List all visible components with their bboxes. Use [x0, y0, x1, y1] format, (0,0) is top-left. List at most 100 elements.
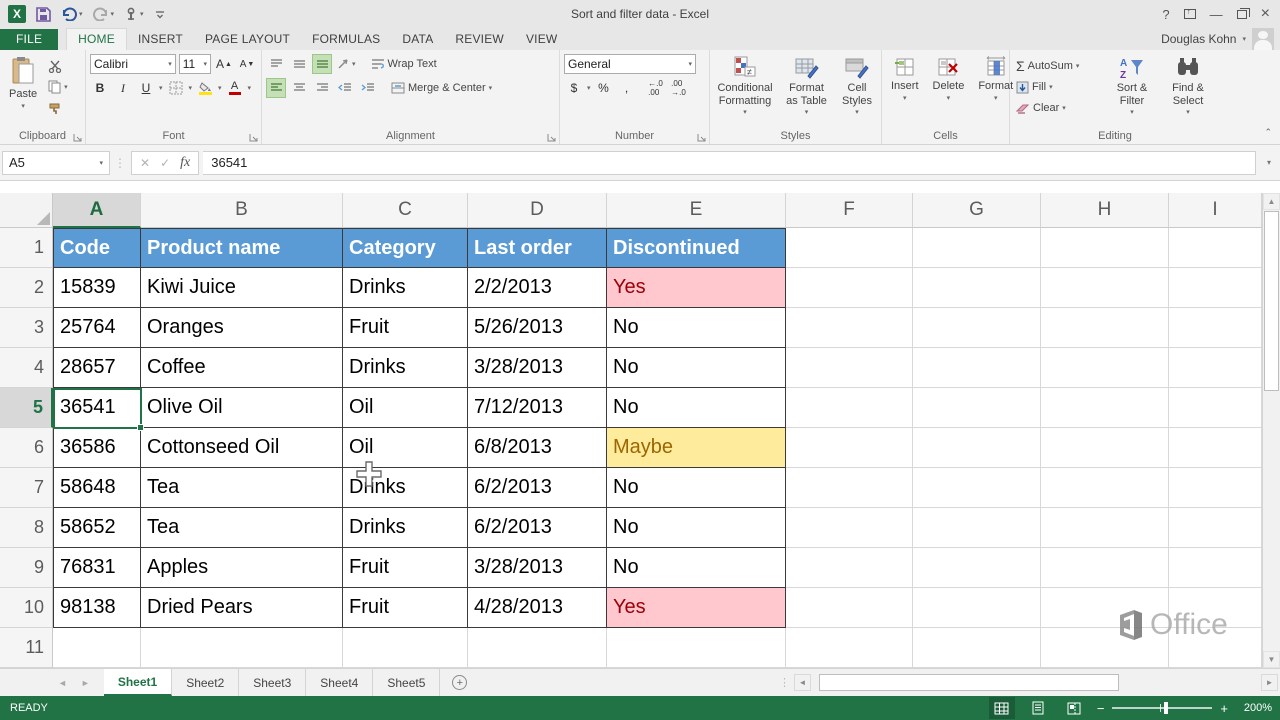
tab-formulas[interactable]: FORMULAS: [301, 29, 391, 50]
tab-split-handle[interactable]: ⋮: [779, 676, 790, 689]
fill-button[interactable]: Fill ▾: [1014, 78, 1102, 96]
cell-G11[interactable]: [913, 628, 1041, 668]
cell-I4[interactable]: [1169, 348, 1262, 388]
tab-insert[interactable]: INSERT: [127, 29, 194, 50]
close-button[interactable]: ×: [1261, 5, 1270, 23]
accounting-dropdown-icon[interactable]: ▾: [587, 84, 591, 92]
cell-C8[interactable]: Drinks: [343, 508, 468, 548]
normal-view-button[interactable]: [989, 697, 1015, 719]
percent-style-button[interactable]: %: [594, 78, 614, 98]
cell-H3[interactable]: [1041, 308, 1169, 348]
cell-G7[interactable]: [913, 468, 1041, 508]
row-header-6[interactable]: 6: [0, 428, 53, 468]
scroll-right-icon[interactable]: ►: [1261, 674, 1278, 691]
accounting-format-button[interactable]: $: [564, 78, 584, 98]
cell-A2[interactable]: 15839: [53, 268, 141, 308]
cell-E11[interactable]: [607, 628, 786, 668]
next-sheet-icon[interactable]: ►: [81, 678, 90, 688]
alignment-dialog-launcher[interactable]: [547, 133, 556, 142]
wrap-text-button[interactable]: Wrap Text: [369, 55, 439, 73]
zoom-slider[interactable]: [1112, 707, 1212, 709]
align-middle-button[interactable]: [289, 54, 309, 74]
zoom-level[interactable]: 200%: [1238, 702, 1272, 714]
cell-E9[interactable]: No: [607, 548, 786, 588]
formula-bar-expand-icon[interactable]: ▾: [1260, 158, 1278, 167]
cell-H2[interactable]: [1041, 268, 1169, 308]
column-header-C[interactable]: C: [343, 193, 468, 228]
restore-icon[interactable]: [1237, 10, 1247, 19]
enter-entry-icon[interactable]: ✓: [160, 156, 170, 170]
cell-E7[interactable]: No: [607, 468, 786, 508]
cell-B4[interactable]: Coffee: [141, 348, 343, 388]
tab-sheet3[interactable]: Sheet3: [239, 669, 306, 696]
cell-A10[interactable]: 98138: [53, 588, 141, 628]
cell-D9[interactable]: 3/28/2013: [468, 548, 607, 588]
borders-dropdown-icon[interactable]: ▾: [189, 84, 193, 92]
new-sheet-button[interactable]: +: [440, 669, 479, 696]
horizontal-scroll-track[interactable]: [815, 674, 1257, 691]
tab-home[interactable]: HOME: [66, 28, 127, 50]
font-name-combo[interactable]: Calibri▾: [90, 54, 176, 74]
cell-B1[interactable]: Product name: [141, 228, 343, 268]
cell-G6[interactable]: [913, 428, 1041, 468]
vertical-scroll-thumb[interactable]: [1264, 211, 1279, 391]
cell-F5[interactable]: [786, 388, 913, 428]
cell-C9[interactable]: Fruit: [343, 548, 468, 588]
cell-A11[interactable]: [53, 628, 141, 668]
name-box-dropdown-icon[interactable]: ▾: [99, 159, 103, 167]
font-color-dropdown-icon[interactable]: ▾: [248, 84, 252, 92]
column-header-G[interactable]: G: [913, 193, 1041, 228]
cell-A7[interactable]: 58648: [53, 468, 141, 508]
avatar[interactable]: [1252, 28, 1274, 50]
cell-A1[interactable]: Code: [53, 228, 141, 268]
cell-B2[interactable]: Kiwi Juice: [141, 268, 343, 308]
comma-style-button[interactable]: ,: [617, 78, 637, 98]
cell-C10[interactable]: Fruit: [343, 588, 468, 628]
clear-button[interactable]: Clear ▾: [1014, 99, 1102, 117]
fill-color-button[interactable]: [195, 78, 215, 98]
cell-B6[interactable]: Cottonseed Oil: [141, 428, 343, 468]
cancel-entry-icon[interactable]: ✕: [140, 156, 150, 170]
cell-E5[interactable]: No: [607, 388, 786, 428]
tab-view[interactable]: VIEW: [515, 29, 568, 50]
column-header-I[interactable]: I: [1169, 193, 1262, 228]
cell-G5[interactable]: [913, 388, 1041, 428]
copy-button[interactable]: ▾: [46, 78, 70, 96]
tab-sheet4[interactable]: Sheet4: [306, 669, 373, 696]
cell-G9[interactable]: [913, 548, 1041, 588]
fill-color-dropdown-icon[interactable]: ▾: [218, 84, 222, 92]
zoom-out-icon[interactable]: −: [1097, 701, 1105, 716]
cell-I8[interactable]: [1169, 508, 1262, 548]
cell-F2[interactable]: [786, 268, 913, 308]
row-header-1[interactable]: 1: [0, 228, 53, 268]
vertical-scrollbar[interactable]: ▲ ▼: [1262, 193, 1280, 668]
cell-H7[interactable]: [1041, 468, 1169, 508]
cell-I7[interactable]: [1169, 468, 1262, 508]
cell-F9[interactable]: [786, 548, 913, 588]
cell-H8[interactable]: [1041, 508, 1169, 548]
cell-B7[interactable]: Tea: [141, 468, 343, 508]
minimize-button[interactable]: —: [1210, 7, 1223, 22]
cell-G1[interactable]: [913, 228, 1041, 268]
font-color-button[interactable]: A: [225, 78, 245, 98]
cut-button[interactable]: [46, 57, 70, 75]
align-center-button[interactable]: [289, 78, 309, 98]
cell-I6[interactable]: [1169, 428, 1262, 468]
cell-A4[interactable]: 28657: [53, 348, 141, 388]
cell-E6[interactable]: Maybe: [607, 428, 786, 468]
row-header-9[interactable]: 9: [0, 548, 53, 588]
cell-E2[interactable]: Yes: [607, 268, 786, 308]
sort-filter-button[interactable]: AZ Sort & Filter ▾: [1106, 54, 1158, 128]
insert-cells-button[interactable]: Insert ▾: [886, 54, 924, 128]
increase-indent-button[interactable]: [358, 78, 378, 98]
collapse-ribbon-icon[interactable]: ⌃: [1264, 127, 1272, 138]
cell-H6[interactable]: [1041, 428, 1169, 468]
column-header-D[interactable]: D: [468, 193, 607, 228]
cell-A9[interactable]: 76831: [53, 548, 141, 588]
column-header-A[interactable]: A: [53, 193, 141, 228]
tab-sheet5[interactable]: Sheet5: [373, 669, 440, 696]
cell-I5[interactable]: [1169, 388, 1262, 428]
align-right-button[interactable]: [312, 78, 332, 98]
row-header-2[interactable]: 2: [0, 268, 53, 308]
cell-E3[interactable]: No: [607, 308, 786, 348]
